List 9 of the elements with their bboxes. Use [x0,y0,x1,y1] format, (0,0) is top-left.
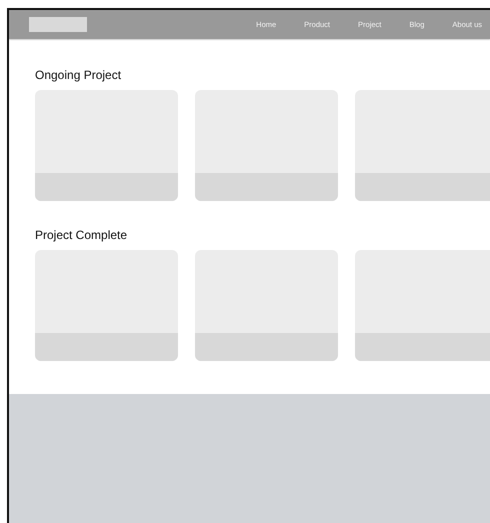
section-title: Project Complete [35,227,128,244]
card-placeholder[interactable] [355,90,490,201]
section-title: Ongoing Project [35,67,122,84]
card-placeholder[interactable] [35,90,178,201]
logo-placeholder[interactable] [29,17,87,32]
card-placeholder[interactable] [195,90,338,201]
card-placeholder[interactable] [195,250,338,361]
card-placeholder[interactable] [355,250,490,361]
card-placeholder[interactable] [35,250,178,361]
